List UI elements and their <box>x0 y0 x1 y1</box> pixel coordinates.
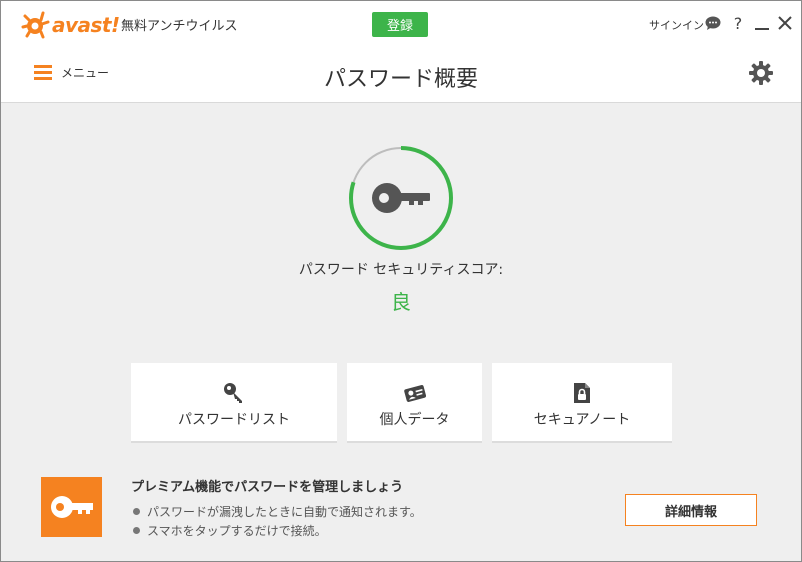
personal-data-label: 個人データ <box>379 412 450 428</box>
details-button[interactable]: 詳細情報 <box>625 494 757 526</box>
id-card-icon <box>403 382 426 404</box>
bullet-icon <box>133 508 140 515</box>
feature-text: スマホをタップするだけで接続。 <box>147 524 327 538</box>
password-list-label: パスワードリスト <box>178 412 290 428</box>
premium-title: プレミアム機能でパスワードを管理しましょう <box>131 480 404 495</box>
close-icon[interactable] <box>776 14 794 32</box>
premium-key-icon <box>41 477 102 537</box>
help-icon[interactable]: ? <box>729 14 747 33</box>
app-name: 無料アンチウイルス <box>121 19 238 34</box>
score-label: パスワード セキュリティスコア: <box>298 262 504 278</box>
score-value: 良 <box>391 290 411 314</box>
feature-text: パスワードが漏洩したときに自動で通知されます。 <box>147 505 422 519</box>
secure-notes-card[interactable]: セキュアノート <box>492 363 672 443</box>
password-score-ring <box>349 146 453 250</box>
avast-logo-icon <box>21 11 50 39</box>
lock-note-icon <box>573 382 591 404</box>
page-header: メニュー パスワード概要 <box>1 47 801 103</box>
minimize-icon[interactable] <box>753 14 771 32</box>
premium-feature-list: パスワードが漏洩したときに自動で通知されます。 スマホをタップするだけで接続。 <box>133 502 422 540</box>
title-bar: avast! 無料アンチウイルス 登録 サインイン ? <box>1 1 801 47</box>
signin-link[interactable]: サインイン <box>649 17 704 33</box>
bullet-icon <box>133 527 140 534</box>
chat-icon[interactable] <box>704 14 722 32</box>
gear-icon[interactable] <box>748 60 774 86</box>
list-item: スマホをタップするだけで接続。 <box>133 521 422 540</box>
secure-notes-label: セキュアノート <box>533 412 631 428</box>
list-item: パスワードが漏洩したときに自動で通知されます。 <box>133 502 422 521</box>
register-button[interactable]: 登録 <box>372 12 428 37</box>
key-icon <box>223 382 245 404</box>
page-title: パスワード概要 <box>323 67 478 92</box>
password-list-card[interactable]: パスワードリスト <box>131 363 337 443</box>
key-icon <box>372 183 430 213</box>
avast-logo: avast! <box>21 10 120 40</box>
personal-data-card[interactable]: 個人データ <box>347 363 482 443</box>
logo-text: avast! <box>52 13 120 37</box>
